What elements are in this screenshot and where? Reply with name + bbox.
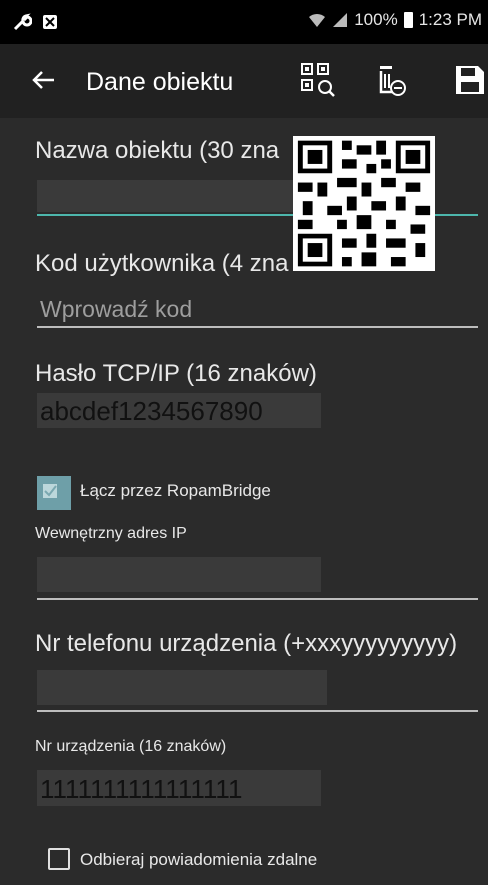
remote-notifications-label: Odbieraj powiadomienia zdalne (80, 850, 318, 869)
battery-percent: 100% (354, 10, 398, 29)
battery-icon (403, 12, 413, 28)
internal-ip-input[interactable] (37, 557, 321, 592)
notification-icon (43, 15, 57, 29)
status-bar: 100% 1:23 PM (0, 0, 488, 44)
device-number-value: 1111111111111111 (40, 774, 243, 804)
object-name-label: Nazwa obiektu (30 zna (35, 137, 280, 164)
qr-code-image (293, 136, 435, 271)
clock: 1:23 PM (418, 10, 482, 29)
checkmark-icon (43, 484, 57, 498)
ropambridge-label: Łącz przez RopamBridge (80, 481, 271, 500)
remote-notifications-checkbox[interactable] (48, 848, 70, 870)
ropambridge-checkbox[interactable] (37, 476, 71, 510)
user-code-underline (37, 326, 478, 328)
phone-label: Nr telefonu urządzenia (+xxxyyyyyyyyy) (35, 630, 458, 657)
phone-input[interactable] (37, 670, 327, 705)
page-title: Dane obiektu (86, 68, 234, 96)
save-icon[interactable] (452, 62, 488, 98)
tcp-password-label: Hasło TCP/IP (16 znaków) (35, 360, 317, 387)
signal-icon (333, 13, 348, 27)
screen: 100% 1:23 PM Dane obiektu Nazwa obiektu … (0, 0, 488, 885)
user-code-input[interactable]: Wprowadź kod (40, 296, 192, 323)
device-number-label: Nr urządzenia (16 znaków) (35, 738, 227, 755)
wrench-icon (13, 13, 32, 31)
delete-icon[interactable] (374, 62, 410, 98)
right-edge-strip (488, 0, 497, 885)
wifi-icon (309, 13, 326, 27)
phone-underline (37, 710, 478, 712)
back-arrow-icon[interactable] (28, 64, 60, 96)
internal-ip-label: Wewnętrzny adres IP (35, 525, 187, 542)
user-code-label: Kod użytkownika (4 zna (35, 250, 289, 277)
tcp-password-value: abcdef1234567890 (40, 396, 263, 426)
object-name-input[interactable] (37, 180, 297, 212)
qr-scan-icon[interactable] (300, 62, 336, 98)
app-bar: Dane obiektu (0, 44, 488, 118)
internal-ip-underline (37, 598, 478, 600)
